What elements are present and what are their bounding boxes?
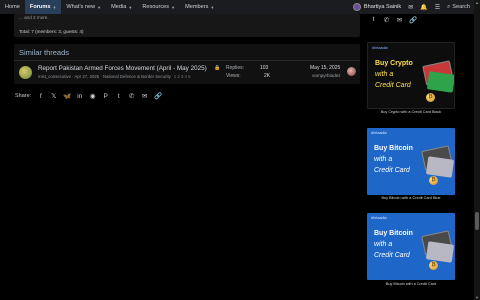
tumblr-icon[interactable]: t	[370, 16, 377, 24]
online-members-box: ... and 2 more. Total: 7 (members: 3, gu…	[14, 14, 360, 37]
thread-title[interactable]: Report Pakistan Armed Forces Movement (A…	[38, 65, 207, 72]
thread-meta-text: mist_consecutive · Apr 27, 2025 · Nation…	[38, 74, 171, 79]
avatar[interactable]	[19, 66, 32, 79]
avatar	[352, 3, 361, 11]
credit-card-icon	[425, 241, 455, 263]
avatar[interactable]	[347, 67, 356, 76]
whatsapp-icon[interactable]: ✆	[383, 16, 390, 24]
ad-tag: #Intaadla	[371, 216, 387, 220]
chevron-down-icon[interactable]: ▼	[210, 5, 214, 10]
last-post-user[interactable]: vampyrbladez	[312, 73, 341, 78]
ad-headline: Buy Crypto	[375, 60, 413, 67]
top-nav: Home Forums ▼ What's new ▼ Media ▼ Resource…	[0, 0, 474, 14]
ad-headline: Buy Bitcoin	[374, 145, 413, 152]
search-button[interactable]: ⌕ Search	[447, 4, 470, 11]
lock-icon: 🔒	[214, 65, 221, 71]
credit-card-icon	[425, 156, 455, 178]
bluesky-icon[interactable]: 🦋	[63, 92, 71, 100]
nav-home[interactable]: Home	[0, 0, 25, 14]
link-icon[interactable]: 🔗	[154, 92, 162, 100]
search-icon: ⌕	[447, 3, 451, 10]
alerts-icon[interactable]: 🔔	[420, 4, 427, 11]
views-value: 2K	[264, 73, 271, 79]
ad-caption[interactable]: Buy Bitcoin with a Credit Card	[367, 282, 455, 286]
scrollbar[interactable]: ▲ ▼	[474, 0, 480, 300]
nav-whats-new-label: What's new	[66, 4, 96, 10]
search-label: Search	[452, 4, 470, 10]
credit-card-icon	[426, 71, 454, 93]
ad-banner[interactable]: #Intaadla Buy Bitcoin with a Credit Card…	[367, 128, 455, 195]
views-label: Views:	[226, 73, 241, 79]
bitcoin-coin-icon: ₿	[429, 176, 438, 185]
ad-banner[interactable]: #Intaadla Buy Bitcoin with a Credit Card…	[367, 213, 455, 280]
share-bar: Share: f 𝕏 🦋 in ◉ P t ✆ ✉ 🔗	[15, 92, 162, 101]
ad-banner[interactable]: #Intaadla Buy Crypto with a Credit Card …	[367, 42, 455, 109]
ad-subline: Credit Card	[374, 167, 410, 174]
linkedin-icon[interactable]: in	[76, 93, 83, 100]
scroll-up-icon[interactable]: ▲	[474, 0, 480, 5]
nav-whats-new[interactable]: What's new ▼	[61, 0, 106, 14]
inbox-icon[interactable]: ✉	[408, 4, 413, 11]
bitcoin-coin-icon: ₿	[426, 93, 435, 102]
link-icon[interactable]: 🔗	[409, 16, 417, 24]
scroll-thumb[interactable]	[475, 212, 479, 230]
ad-tag: #Intaadla	[372, 46, 388, 50]
similar-threads: Similar threads Report Pakistan Armed Fo…	[14, 44, 360, 84]
nav-media-label: Media	[111, 4, 127, 10]
chevron-down-icon[interactable]: ▼	[171, 5, 175, 10]
nav-forums[interactable]: Forums ▼	[24, 0, 62, 14]
similar-threads-title: Similar threads	[19, 48, 70, 57]
thread-pages[interactable]: 1 2 3 4 5	[174, 74, 191, 79]
bitcoin-coin-icon: ₿	[429, 261, 438, 270]
tumblr-icon[interactable]: t	[115, 93, 122, 100]
email-icon[interactable]: ✉	[141, 92, 148, 100]
thread-meta: mist_consecutive · Apr 27, 2025 · Nation…	[38, 74, 191, 79]
thread-row[interactable]: Report Pakistan Armed Forces Movement (A…	[14, 61, 360, 84]
ad-subline: with a	[374, 241, 393, 248]
menu-icon[interactable]: ☰	[435, 4, 440, 11]
user-menu[interactable]: Bhartiya Sainik	[352, 3, 402, 11]
ad-subline: with a	[374, 156, 393, 163]
nav-media[interactable]: Media ▼	[106, 0, 137, 14]
ad-subline: Credit Card	[375, 82, 411, 89]
nav-members-label: Members	[185, 4, 209, 10]
online-total: Total: 7 (members: 3, guests: 4)	[19, 29, 84, 34]
nav-resources[interactable]: Resources ▼	[137, 0, 180, 14]
ad-caption[interactable]: Buy Crypto with a Credit Card Black	[367, 110, 455, 114]
replies-label: Replies:	[226, 65, 245, 71]
nav-forums-label: Forums	[29, 4, 51, 10]
pinterest-icon[interactable]: P	[102, 93, 109, 100]
nav-right: Bhartiya Sainik ✉ 🔔 ☰ ⌕ Search	[352, 0, 470, 14]
facebook-icon[interactable]: f	[37, 93, 44, 100]
chevron-down-icon[interactable]: ▼	[128, 5, 132, 10]
ad-tag: #Intaadla	[371, 131, 387, 135]
ad-subline: with a	[375, 71, 394, 78]
nav-members[interactable]: Members ▼	[180, 0, 219, 14]
online-names: ... and 2 more.	[19, 15, 49, 20]
replies-value: 103	[260, 65, 269, 71]
chevron-down-icon[interactable]: ▼	[52, 5, 56, 10]
whatsapp-icon[interactable]: ✆	[128, 92, 135, 100]
nav-resources-label: Resources	[142, 4, 170, 10]
scroll-down-icon[interactable]: ▼	[474, 295, 480, 300]
ad-caption[interactable]: Buy Bitcoin with a Credit Card Blue	[367, 196, 455, 200]
email-icon[interactable]: ✉	[396, 16, 403, 24]
sidebar-share: t ✆ ✉ 🔗	[370, 16, 418, 24]
chevron-down-icon[interactable]: ▼	[97, 5, 101, 10]
x-icon[interactable]: 𝕏	[50, 92, 57, 100]
ad-subline: Credit Card	[374, 252, 410, 259]
share-label: Share:	[15, 93, 32, 99]
nav-home-label: Home	[5, 4, 20, 10]
user-name: Bhartiya Sainik	[363, 4, 402, 10]
ad-headline: Buy Bitcoin	[374, 230, 413, 237]
last-post-date[interactable]: May 15, 2025	[310, 65, 340, 71]
reddit-icon[interactable]: ◉	[89, 92, 96, 100]
